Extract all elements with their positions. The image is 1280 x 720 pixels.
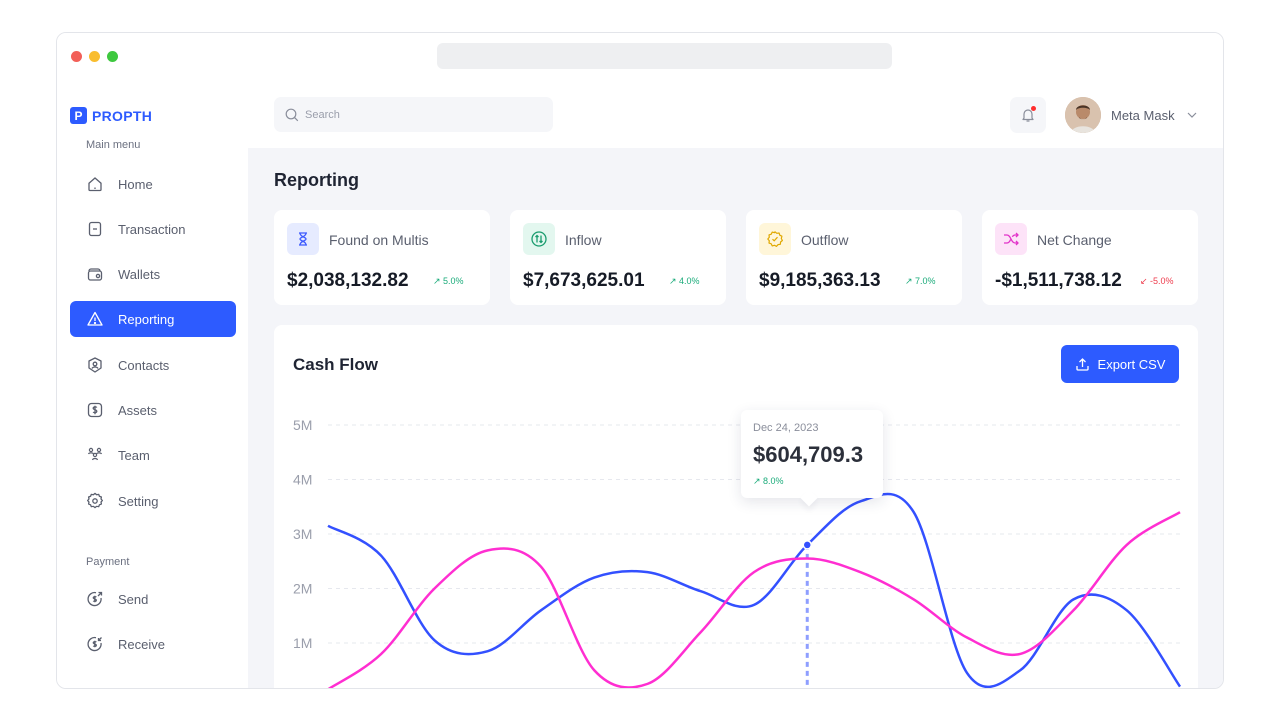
stat-icon-box [995,223,1027,255]
sidebar-item-team[interactable]: Team [70,437,236,473]
stat-change: ↙ -5.0% [1140,276,1174,286]
y-tick-label: 2M [293,581,312,597]
stat-card-outflow[interactable]: Outflow $9,185,363.13 ↗ 7.0% [746,210,962,305]
stat-value: $7,673,625.01 [523,270,645,291]
tooltip-value: $604,709.3 [753,442,864,467]
notification-button[interactable] [1010,97,1046,133]
stat-value: -$1,511,738.12 [995,270,1122,291]
sidebar-item-label: Home [118,176,153,192]
chevron-down-icon [1187,112,1197,118]
stat-change: ↗ 7.0% [905,276,936,286]
sidebar-item-label: Contacts [118,357,170,373]
receipt-icon [88,221,102,237]
sidebar-item-receive[interactable]: Receive [70,626,236,662]
warning-icon [87,311,103,326]
cash-flow-chart: 5M 4M 3M 2M 1M [293,417,1182,688]
main-menu-title: Main menu [86,139,141,151]
stat-card-net-change[interactable]: Net Change -$1,511,738.12 ↙ -5.0% [982,210,1198,305]
shuffle-icon [1004,232,1019,246]
stat-icon-box [287,223,319,255]
search-box[interactable] [274,97,553,132]
badge-icon [767,231,783,247]
avatar [1065,97,1101,133]
wallet-icon [87,268,103,281]
close-window-button[interactable] [71,51,82,62]
brand-mark: P [70,107,87,124]
notification-badge [1031,106,1036,111]
sidebar-item-label: Reporting [118,311,175,327]
tooltip-change: ↗ 8.0% [753,476,784,486]
search-input[interactable] [305,108,535,121]
maximize-window-button[interactable] [107,51,118,62]
sidebar-item-transaction[interactable]: Transaction [70,211,236,247]
stat-change: ↗ 5.0% [433,276,464,286]
sidebar-item-label: Receive [118,636,165,652]
sidebar-item-home[interactable]: Home [70,166,236,202]
trend-up-icon: ↗ [433,276,444,286]
stat-card-found-on-multis[interactable]: Found on Multis $2,038,132.82 ↗ 5.0% [274,210,490,305]
stat-change: ↗ 4.0% [669,276,700,286]
topbar: Meta Mask [248,81,1223,148]
sidebar-item-assets[interactable]: Assets [70,392,236,428]
sidebar-item-label: Assets [118,402,158,418]
sidebar-item-reporting[interactable]: Reporting [70,301,236,337]
hourglass-icon [299,232,307,246]
dollar-square-icon [87,402,103,418]
payment-title: Payment [86,556,130,568]
brand-logo[interactable]: P PROPTH [70,107,152,124]
user-name: Meta Mask [1111,107,1175,123]
home-icon [88,177,102,192]
search-icon [285,108,299,121]
sidebar-item-label: Transaction [118,221,186,237]
trend-up-icon: ↗ [669,276,680,286]
gear-icon [86,492,104,509]
sidebar-item-label: Team [118,447,150,463]
stat-value: $2,038,132.82 [287,270,409,291]
main-content: Reporting Found on Multis $2,038,132.82 … [248,148,1223,688]
team-icon [87,447,103,461]
y-tick-label: 1M [293,635,312,651]
transfer-icon [531,231,547,247]
stat-label: Outflow [801,232,849,248]
titlebar [57,33,1223,81]
address-bar[interactable] [437,43,892,69]
trend-up-icon: ↗ [753,476,764,486]
minimize-window-button[interactable] [89,51,100,62]
y-tick-label: 5M [293,417,312,433]
stat-label: Net Change [1037,232,1112,248]
stat-icon-box [523,223,555,255]
contact-icon [88,357,102,373]
y-tick-label: 4M [293,472,312,488]
trend-down-icon: ↙ [1140,276,1151,286]
receive-money-icon [87,636,102,652]
sidebar-item-wallets[interactable]: Wallets [70,256,236,292]
sidebar-item-label: Send [118,591,149,607]
stat-label: Found on Multis [329,232,429,248]
cash-flow-card: Cash Flow Export CSV 5M 4M 3M 2M 1M Dec 24, … [274,325,1198,688]
y-tick-label: 3M [293,526,312,542]
user-menu[interactable]: Meta Mask [1065,97,1199,133]
sidebar-item-contacts[interactable]: Contacts [70,347,236,383]
chart-tooltip: Dec 24, 2023 $604,709.3 ↗ 8.0% [741,410,883,507]
stat-label: Inflow [565,232,602,248]
app-window: P PROPTH Main menu Home Transaction Wall… [56,32,1224,689]
stat-value: $9,185,363.13 [759,270,881,291]
highlight-point[interactable] [802,540,812,550]
stat-icon-box [759,223,791,255]
stat-card-inflow[interactable]: Inflow $7,673,625.01 ↗ 4.0% [510,210,726,305]
send-money-icon [87,591,103,607]
sidebar-item-setting[interactable]: Setting [70,483,236,519]
tooltip-date: Dec 24, 2023 [753,422,819,434]
series-line-blue [327,492,1182,688]
sidebar: P PROPTH Main menu Home Transaction Wall… [57,81,248,688]
trend-up-icon: ↗ [905,276,916,286]
series-line-pink [327,511,1181,688]
brand-name: PROPTH [92,107,153,124]
sidebar-item-send[interactable]: Send [70,581,236,617]
page-title: Reporting [274,170,359,190]
sidebar-item-label: Wallets [118,266,161,282]
sidebar-item-label: Setting [118,493,159,509]
